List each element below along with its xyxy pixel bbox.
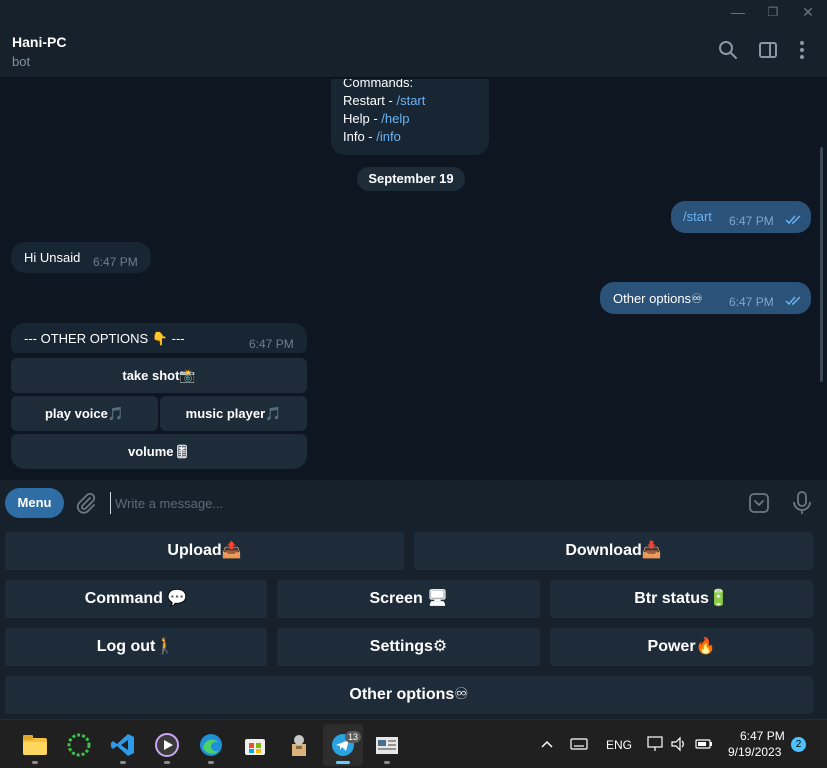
- keyboard-icon[interactable]: [570, 737, 588, 751]
- start-command-link[interactable]: /start: [396, 93, 425, 108]
- message-time: 6:47 PM: [249, 337, 294, 351]
- message-text: Other options♾: [613, 291, 703, 306]
- chat-title: Hani-PC: [12, 34, 67, 50]
- message-list[interactable]: Commands: Restart - /start Help - /help …: [0, 79, 827, 480]
- installer-app-icon[interactable]: [286, 732, 312, 758]
- music-player-button[interactable]: music player🎵: [160, 396, 307, 431]
- double-check-icon: [785, 215, 801, 225]
- date-separator: September 19: [357, 167, 465, 191]
- commands-intro: Commands:: [343, 79, 414, 90]
- power-button[interactable]: Power🔥: [550, 628, 813, 666]
- chat-header[interactable]: Hani-PC bot: [0, 24, 827, 78]
- message-time: 6:47 PM: [729, 214, 774, 228]
- command-button[interactable]: Command 💬: [5, 580, 267, 618]
- close-button[interactable]: ✕: [790, 2, 826, 22]
- command-label: Info -: [343, 129, 377, 144]
- commands-message: Commands: Restart - /start Help - /help …: [331, 79, 489, 155]
- upload-button[interactable]: Upload📤: [5, 532, 404, 570]
- chevron-up-icon[interactable]: [540, 738, 554, 750]
- notification-badge[interactable]: 2: [791, 737, 806, 752]
- message-time: 6:47 PM: [93, 255, 138, 269]
- document-app-icon[interactable]: [374, 732, 400, 758]
- clock-date[interactable]: 9/19/2023: [728, 745, 781, 759]
- outgoing-message[interactable]: Other options♾ 6:47 PM: [600, 282, 811, 314]
- composer: Menu: [0, 480, 827, 526]
- take-shot-button[interactable]: take shot📸: [11, 358, 307, 393]
- double-check-icon: [785, 296, 801, 306]
- outgoing-message[interactable]: /start 6:47 PM: [671, 201, 811, 233]
- incoming-message[interactable]: --- OTHER OPTIONS 👇 --- 6:47 PM: [11, 323, 307, 353]
- vscode-icon[interactable]: [110, 732, 136, 758]
- command-line-start: Restart - /start: [343, 92, 477, 110]
- command-line-info: Info - /info: [343, 128, 477, 146]
- bot-keyboard-icon[interactable]: [747, 491, 771, 515]
- download-button[interactable]: Download📥: [414, 532, 813, 570]
- other-options-button[interactable]: Other options♾: [5, 676, 813, 714]
- btr-status-button[interactable]: Btr status🔋: [550, 580, 813, 618]
- running-indicator: [208, 761, 214, 764]
- log-out-button[interactable]: Log out🚶: [5, 628, 267, 666]
- network-icon[interactable]: [646, 735, 664, 753]
- message-text[interactable]: /start: [683, 209, 712, 224]
- running-indicator: [384, 761, 390, 764]
- file-explorer-icon[interactable]: [22, 732, 48, 758]
- command-line-help: Help - /help: [343, 110, 477, 128]
- media-player-icon[interactable]: [154, 732, 180, 758]
- running-indicator: [120, 761, 126, 764]
- battery-icon[interactable]: [694, 735, 714, 753]
- search-icon[interactable]: [716, 38, 740, 62]
- chat-scrollbar[interactable]: [820, 147, 823, 382]
- message-text: Hi Unsaid: [24, 250, 81, 265]
- bot-menu-button[interactable]: Menu: [5, 488, 64, 518]
- command-label: Restart -: [343, 93, 397, 108]
- sidebar-toggle-icon[interactable]: [756, 38, 780, 62]
- more-menu-icon[interactable]: [790, 38, 814, 62]
- green-ring-app-icon[interactable]: [66, 732, 92, 758]
- help-command-link[interactable]: /help: [381, 111, 409, 126]
- chat-status: bot: [12, 54, 31, 69]
- play-voice-button[interactable]: play voice🎵: [11, 396, 158, 431]
- maximize-button[interactable]: ❐: [755, 2, 791, 22]
- microsoft-store-icon[interactable]: [242, 732, 268, 758]
- telegram-unread-badge: 13: [345, 731, 361, 743]
- settings-button[interactable]: Settings⚙: [277, 628, 540, 666]
- attach-icon[interactable]: [74, 491, 98, 515]
- volume-button[interactable]: volume🎚: [11, 434, 307, 469]
- message-input[interactable]: [110, 492, 710, 514]
- microphone-icon[interactable]: [790, 490, 814, 516]
- clock-time[interactable]: 6:47 PM: [740, 729, 785, 743]
- volume-icon[interactable]: [670, 735, 688, 753]
- incoming-message[interactable]: Hi Unsaid 6:47 PM: [11, 242, 151, 273]
- active-indicator: [336, 761, 350, 764]
- windows-taskbar: 13 ENG 6:47 PM 9/19/2023 2: [0, 719, 827, 768]
- language-indicator[interactable]: ENG: [606, 738, 632, 752]
- info-command-link[interactable]: /info: [376, 129, 401, 144]
- window-titlebar: — ❐ ✕: [0, 0, 827, 24]
- minimize-button[interactable]: —: [720, 2, 756, 22]
- edge-browser-icon[interactable]: [198, 732, 224, 758]
- message-text: --- OTHER OPTIONS 👇 ---: [24, 331, 185, 346]
- message-time: 6:47 PM: [729, 295, 774, 309]
- screen-button[interactable]: Screen 🖥: [277, 580, 540, 618]
- command-label: Help -: [343, 111, 382, 126]
- reply-keyboard: Upload📤 Download📥 Command 💬 Screen 🖥 Btr…: [0, 526, 827, 719]
- running-indicator: [32, 761, 38, 764]
- running-indicator: [164, 761, 170, 764]
